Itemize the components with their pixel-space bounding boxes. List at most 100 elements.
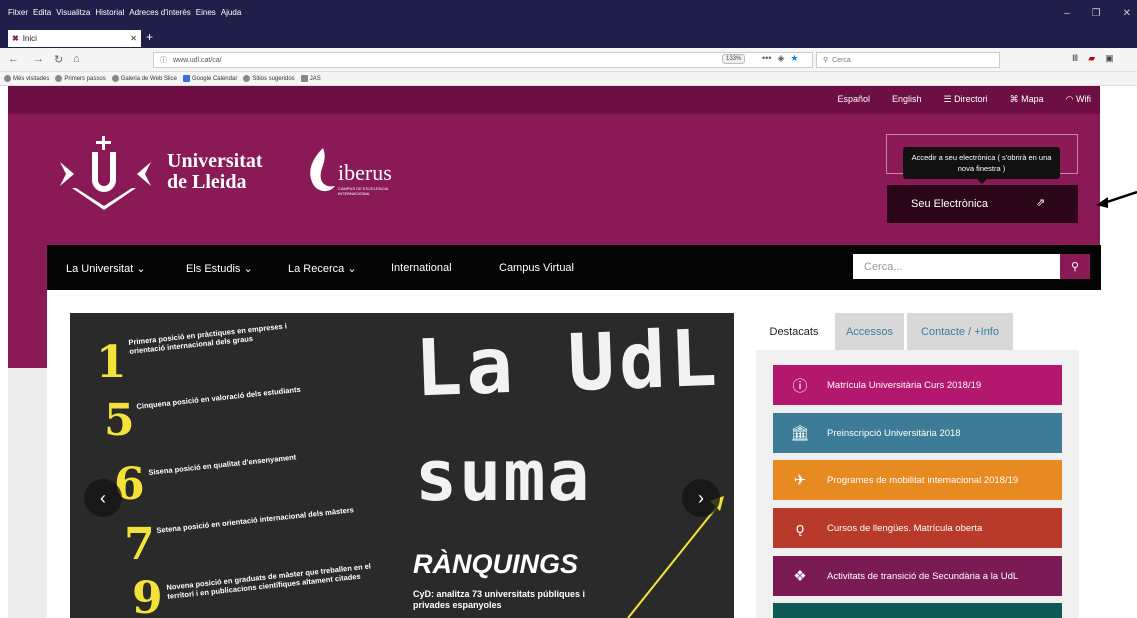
- highlight-next[interactable]: [773, 603, 1062, 618]
- link-espanol[interactable]: Español: [837, 94, 870, 105]
- site-search-button[interactable]: ⚲: [1060, 254, 1090, 279]
- pocket-icon[interactable]: ◈: [777, 53, 784, 64]
- bookmark-label: Google Calendar: [191, 75, 238, 82]
- tab-accessos[interactable]: Accessos: [835, 313, 904, 350]
- slider-prev-button[interactable]: ‹: [84, 479, 122, 517]
- menu-historial[interactable]: Historial: [95, 8, 124, 17]
- list-icon: ☰: [943, 94, 955, 104]
- gear-icon: [4, 75, 11, 82]
- tab-strip: [0, 28, 1137, 48]
- tab-contacte[interactable]: Contacte / +Info: [907, 313, 1013, 350]
- highlight-mobilitat[interactable]: ✈ Programes de mobilitat internacional 2…: [773, 460, 1062, 500]
- link-directori[interactable]: ☰ Directori: [944, 94, 988, 105]
- menu-adreces[interactable]: Adreces d'interès: [129, 8, 191, 17]
- site-search-input[interactable]: Cerca...: [853, 254, 1060, 279]
- window-controls: – ❐ ✕: [1064, 8, 1137, 19]
- nav-la-recerca[interactable]: La Recerca ⌄: [288, 262, 357, 275]
- iberus-name[interactable]: iberus: [338, 160, 392, 186]
- highlight-label: Programes de mobilitat internacional 201…: [827, 474, 1019, 486]
- nav-label: La Recerca: [288, 263, 345, 275]
- back-icon[interactable]: ←: [8, 53, 19, 65]
- bookmark-item[interactable]: JAS: [300, 75, 321, 82]
- nav-els-estudis[interactable]: Els Estudis ⌄: [186, 262, 253, 275]
- nav-campus-virtual[interactable]: Campus Virtual: [499, 262, 574, 274]
- bookmark-label: Galeria de Web Slice: [120, 75, 177, 82]
- link-mapa[interactable]: ⌘ Mapa: [1010, 94, 1044, 105]
- pdf-icon[interactable]: ▰: [1088, 53, 1095, 64]
- new-tab-icon[interactable]: +: [146, 30, 153, 44]
- browser-search-box[interactable]: ⚲ Cerca: [816, 52, 1000, 68]
- chevron-down-icon: ⌄: [136, 263, 146, 275]
- page-actions-icon[interactable]: •••: [762, 53, 771, 64]
- bookmark-label: Primers passos: [64, 75, 106, 82]
- top-links: Español English ☰ Directori ⌘ Mapa ◠ Wif…: [837, 94, 1091, 105]
- menu-eines[interactable]: Eines: [196, 8, 216, 17]
- tab-title: Inici: [22, 34, 37, 43]
- link-english[interactable]: English: [892, 94, 922, 105]
- restore-icon[interactable]: ❐: [1092, 8, 1101, 19]
- search-icon: ⚲: [1070, 261, 1080, 273]
- chevron-left-icon: ‹: [100, 487, 106, 508]
- menu-fitxer[interactable]: Fitxer: [8, 8, 28, 17]
- slider-next-button[interactable]: ›: [682, 479, 720, 517]
- slide-title-line1: La UdL: [413, 313, 723, 415]
- nav-label: La Universitat: [66, 263, 134, 275]
- language-icon: ǫ: [795, 519, 805, 537]
- menu-visualitza[interactable]: Visualitza: [56, 8, 90, 17]
- bookmark-label: JAS: [309, 75, 321, 82]
- browser-tab[interactable]: ✖ Inici ✕: [8, 30, 141, 47]
- highlight-llengues[interactable]: ǫ Cursos de llengües. Matrícula oberta: [773, 508, 1062, 548]
- menu-ajuda[interactable]: Ajuda: [221, 8, 241, 17]
- rank-number: 9: [132, 573, 163, 618]
- bookmark-item[interactable]: Google Calendar: [182, 75, 238, 82]
- nav-la-universitat[interactable]: La Universitat ⌄: [66, 262, 146, 275]
- globe-icon: [55, 75, 63, 82]
- site-search-placeholder: Cerca...: [864, 260, 903, 273]
- link-wifi[interactable]: ◠ Wifi: [1066, 94, 1091, 105]
- bank-icon: 🏛: [790, 425, 810, 442]
- forward-icon[interactable]: →: [33, 53, 44, 65]
- bookmark-item[interactable]: Primers passos: [55, 75, 106, 82]
- menu-bar: Fitxer Edita Visualitza Historial Adrece…: [8, 8, 241, 17]
- external-link-icon: ⇗: [1036, 197, 1046, 209]
- sidebar-icon[interactable]: ▣: [1105, 53, 1114, 64]
- zoom-badge[interactable]: 133%: [722, 54, 746, 64]
- iberus-flame-icon[interactable]: [303, 146, 337, 196]
- nav-label: Els Estudis: [186, 263, 241, 275]
- close-icon[interactable]: ✕: [1123, 8, 1131, 19]
- favicon-icon: ✖: [12, 34, 19, 43]
- udl-logo-icon[interactable]: [58, 136, 153, 211]
- calendar-icon: [182, 75, 190, 82]
- menu-edita[interactable]: Edita: [33, 8, 51, 17]
- info-icon[interactable]: ⓘ: [160, 55, 167, 65]
- hero-slide[interactable]: 1 Primera posició en pràctiques en empre…: [70, 313, 734, 618]
- bookmark-item[interactable]: Galeria de Web Slice: [111, 75, 177, 82]
- link-label: Wifi: [1076, 94, 1091, 104]
- bookmark-item[interactable]: Sitios sugeridos: [243, 75, 295, 82]
- seu-electronica-label: Seu Electrònica: [911, 198, 989, 210]
- reload-icon[interactable]: ↻: [54, 53, 63, 66]
- university-name[interactable]: Universitat de Lleida: [167, 151, 263, 193]
- minimize-icon[interactable]: –: [1064, 8, 1070, 19]
- cubes-icon: ❖: [793, 568, 807, 585]
- toolbar-right: Ⅲ ▰ ▣: [1072, 53, 1114, 64]
- url-bar[interactable]: ⓘ www.udl.cat/ca/: [153, 52, 813, 68]
- highlight-preinscripcio[interactable]: 🏛 Preinscripció Universitària 2018: [773, 413, 1062, 453]
- seu-electronica-button[interactable]: Seu Electrònica: [887, 185, 1078, 223]
- library-icon[interactable]: Ⅲ: [1072, 53, 1078, 64]
- bookmark-star-icon[interactable]: ★: [790, 53, 798, 64]
- link-label: Mapa: [1021, 94, 1044, 104]
- search-placeholder: Cerca: [832, 56, 851, 64]
- bookmark-item[interactable]: Més visitades: [4, 75, 49, 82]
- highlight-matricula[interactable]: ⓘ Matrícula Universitària Curs 2018/19: [773, 365, 1062, 405]
- highlight-transicio[interactable]: ❖ Activitats de transició de Secundària …: [773, 556, 1062, 596]
- wifi-icon: ◠: [1065, 94, 1076, 104]
- slide-title-line2: suma: [415, 435, 592, 517]
- slide-subtitle: RÀNQUINGS: [413, 549, 579, 579]
- nav-international[interactable]: International: [391, 262, 452, 274]
- home-icon[interactable]: ⌂: [73, 53, 80, 65]
- tab-destacats[interactable]: Destacats: [756, 313, 832, 350]
- highlight-label: Activitats de transició de Secundària a …: [827, 570, 1019, 582]
- plane-icon: ✈: [793, 472, 807, 489]
- tab-close-icon[interactable]: ✕: [130, 34, 137, 43]
